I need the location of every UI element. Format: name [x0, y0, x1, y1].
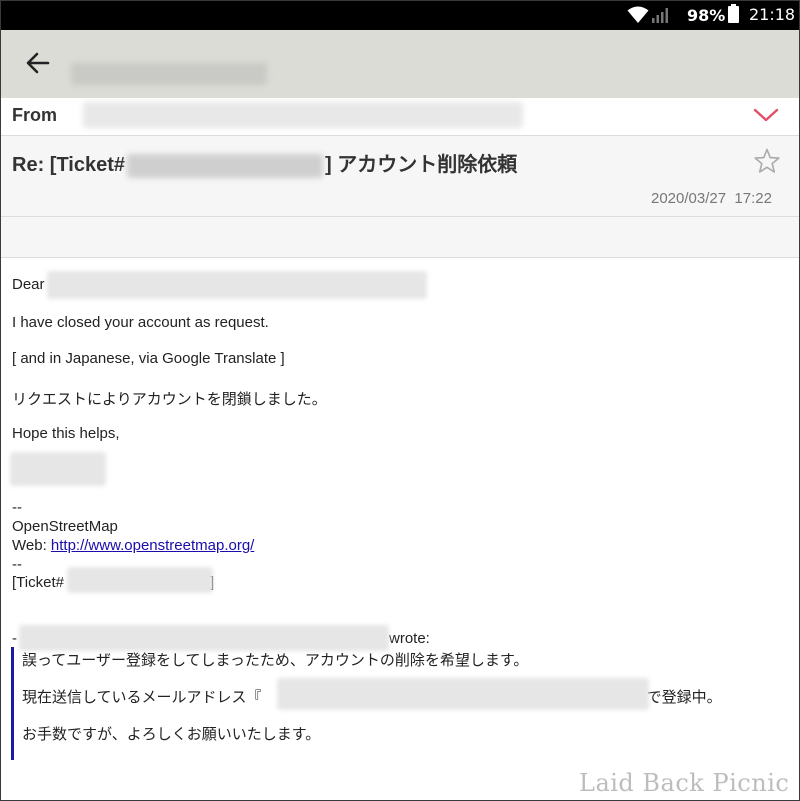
from-row[interactable]: From — [1, 98, 799, 136]
from-label: From — [12, 105, 57, 125]
email-subject: Re: [Ticket# ] アカウント削除依頼 — [12, 148, 517, 178]
quoted-line-3: お手数ですが、よろしくお願いいたします。 — [22, 726, 321, 743]
quoted-line-1: 誤ってユーザー登録をしてしまったため、アカウントの削除を希望します。 — [22, 652, 529, 669]
body-line-3: リクエストによりアカウントを閉鎖しました。 — [12, 391, 327, 408]
redacted-title — [71, 63, 267, 85]
body-line-4: Hope this helps, — [12, 425, 120, 442]
message-date-time: 17:22 — [734, 190, 772, 207]
battery-percent: 98% — [687, 6, 726, 25]
back-arrow-icon[interactable] — [23, 48, 53, 78]
signal-icon — [652, 8, 668, 23]
quote-bar — [11, 647, 14, 760]
status-bar: 98% 21:18 — [1, 1, 799, 30]
wrote-suffix: wrote: — [389, 630, 430, 647]
ticket-prefix: [Ticket# — [12, 574, 64, 591]
signature-web: Web: http://www.openstreetmap.org/ — [12, 537, 254, 554]
email-screen: 98% 21:18 From Re: [Ticket# ] アカウント削除依頼 2… — [0, 0, 800, 801]
quoted-line-2-prefix: 現在送信しているメールアドレス『 — [22, 689, 262, 706]
redacted-sender — [83, 102, 523, 128]
chevron-down-icon[interactable] — [753, 107, 779, 123]
web-label: Web: — [12, 537, 51, 554]
star-icon[interactable] — [753, 147, 781, 175]
body-line-1: I have closed your account as request. — [12, 314, 269, 331]
subject-prefix: Re: [Ticket# — [12, 154, 126, 176]
subject-suffix: ] アカウント削除依頼 — [325, 154, 518, 176]
message-date: 2020/03/27 17:22 — [651, 190, 772, 207]
battery-icon — [728, 4, 739, 23]
message-date-day: 2020/03/27 — [651, 190, 727, 207]
redacted-ticket-id — [127, 153, 324, 178]
redacted-recipient — [47, 271, 427, 299]
signature-dashes: -- — [12, 499, 22, 516]
wrote-prefix: - — [12, 630, 17, 647]
divider-bar — [1, 217, 799, 258]
redacted-email-address — [277, 678, 649, 710]
body-line-2: [ and in Japanese, via Google Translate … — [12, 350, 285, 367]
wifi-icon — [627, 6, 649, 23]
redacted-original-sender — [19, 625, 389, 651]
watermark: Laid Back Picnic — [579, 769, 790, 797]
status-clock: 21:18 — [749, 5, 796, 24]
signature-dashes-2: -- — [12, 556, 22, 573]
redacted-signature-name — [10, 452, 106, 486]
greeting: Dear — [12, 276, 45, 293]
signature-org: OpenStreetMap — [12, 518, 118, 535]
web-link[interactable]: http://www.openstreetmap.org/ — [51, 537, 254, 554]
app-bar — [1, 30, 799, 98]
redacted-ticket-number — [67, 567, 213, 593]
